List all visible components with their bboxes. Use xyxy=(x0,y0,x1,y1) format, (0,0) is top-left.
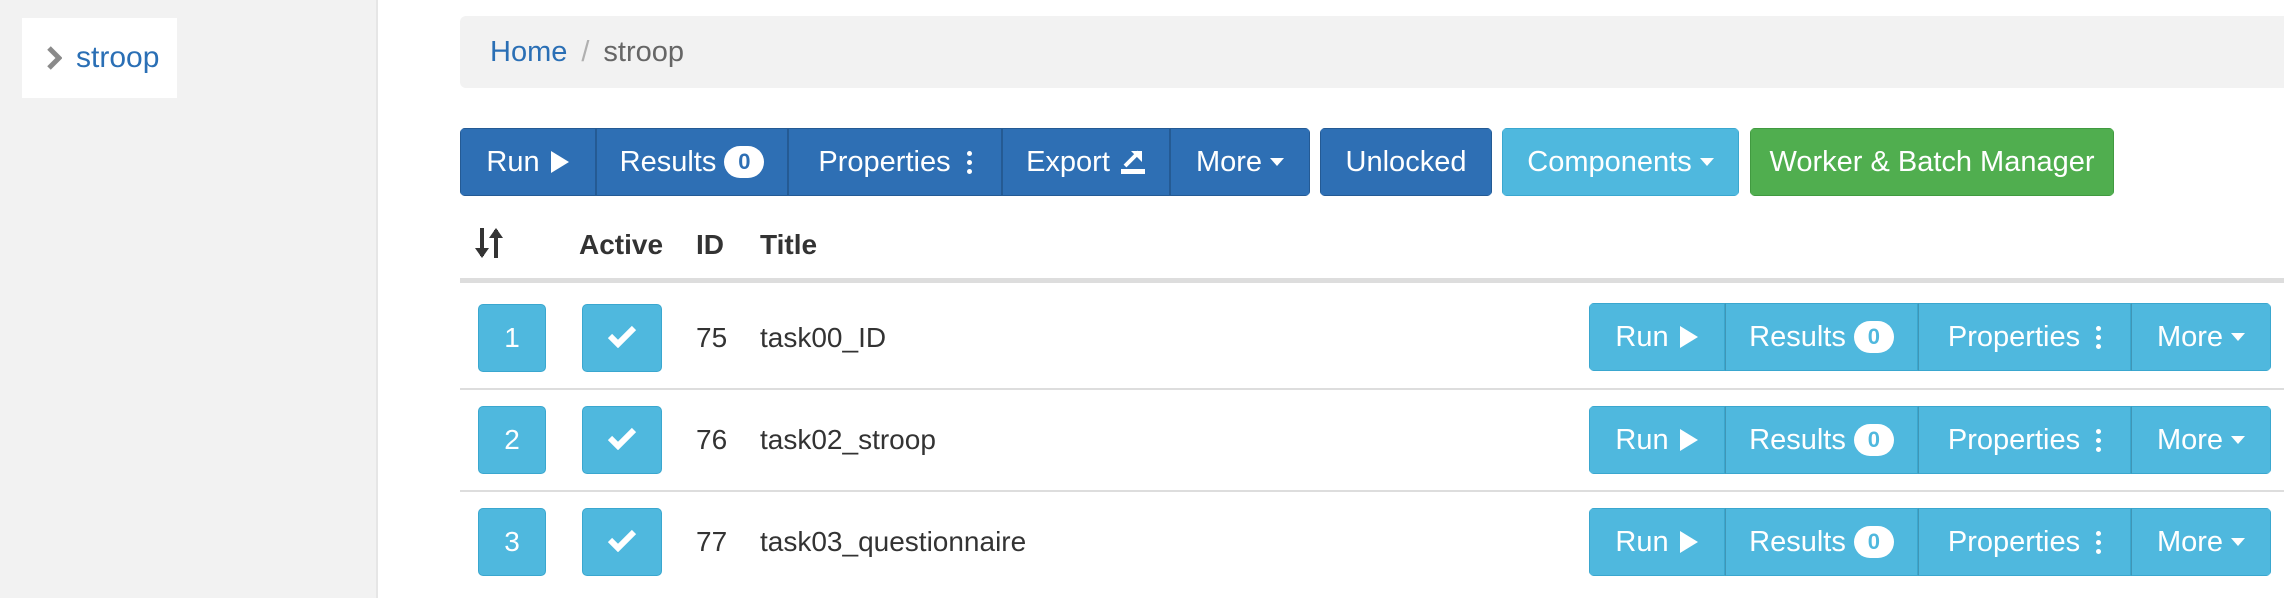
sidebar-item-stroop[interactable]: stroop xyxy=(22,18,177,98)
more-label: More xyxy=(1195,145,1263,178)
sidebar: stroop xyxy=(0,0,378,598)
results-label: Results xyxy=(1749,320,1846,353)
check-icon xyxy=(607,324,637,353)
caret-down-icon xyxy=(2231,436,2246,444)
results-count-badge: 0 xyxy=(1853,526,1894,558)
caret-down-icon xyxy=(1270,158,1285,166)
worker-batch-manager-button[interactable]: Worker & Batch Manager xyxy=(1750,128,2114,196)
row-more-dropdown-button[interactable]: More xyxy=(2131,406,2271,474)
unlocked-label: Unlocked xyxy=(1345,145,1467,178)
caret-down-icon xyxy=(1699,158,1714,166)
row-position-button[interactable]: 1 xyxy=(478,304,546,372)
breadcrumb-current: stroop xyxy=(603,35,685,68)
play-icon xyxy=(1679,326,1699,348)
row-properties-button[interactable]: Properties xyxy=(1918,303,2131,371)
check-icon xyxy=(607,528,637,557)
results-label: Results xyxy=(619,145,717,178)
components-dropdown-button[interactable]: Components xyxy=(1502,128,1739,196)
breadcrumb-separator: / xyxy=(581,35,590,68)
row-results-button[interactable]: Results 0 xyxy=(1725,508,1918,576)
row-more-dropdown-button[interactable]: More xyxy=(2131,508,2271,576)
results-label: Results xyxy=(1749,525,1846,558)
results-count-badge: 0 xyxy=(1853,321,1894,353)
components-group: Components xyxy=(1502,128,1739,196)
breadcrumb: Home / stroop xyxy=(460,16,2284,88)
export-label: Export xyxy=(1026,145,1110,178)
unlocked-group: Unlocked xyxy=(1320,128,1492,196)
properties-label: Properties xyxy=(1947,423,2081,456)
row-properties-button[interactable]: Properties xyxy=(1918,406,2131,474)
row-actions: Run Results 0 Properties More xyxy=(1589,303,2271,371)
row-position-button[interactable]: 3 xyxy=(478,508,546,576)
row-id: 76 xyxy=(696,424,728,455)
run-button[interactable]: Run xyxy=(460,128,596,196)
breadcrumb-home-link[interactable]: Home xyxy=(490,36,567,69)
unlocked-button[interactable]: Unlocked xyxy=(1320,128,1492,196)
row-divider xyxy=(460,490,2284,492)
caret-down-icon xyxy=(2231,333,2246,341)
results-count-badge: 0 xyxy=(1853,424,1894,456)
column-header-active: Active xyxy=(579,229,664,260)
check-icon xyxy=(607,426,637,455)
run-label: Run xyxy=(1615,525,1669,558)
play-icon xyxy=(1679,531,1699,553)
chevron-right-icon xyxy=(46,46,62,70)
export-icon xyxy=(1120,149,1146,175)
row-results-button[interactable]: Results 0 xyxy=(1725,303,1918,371)
column-header-title: Title xyxy=(760,229,818,260)
row-id: 77 xyxy=(696,526,728,557)
column-header-id: ID xyxy=(696,229,724,260)
active-toggle[interactable] xyxy=(582,508,662,576)
worker-batch-label: Worker & Batch Manager xyxy=(1769,145,2095,178)
properties-label: Properties xyxy=(1947,525,2081,558)
properties-button[interactable]: Properties xyxy=(788,128,1002,196)
kebab-icon xyxy=(966,150,972,174)
row-run-button[interactable]: Run xyxy=(1589,303,1725,371)
results-label: Results xyxy=(1749,423,1846,456)
row-run-button[interactable]: Run xyxy=(1589,406,1725,474)
properties-label: Properties xyxy=(1947,320,2081,353)
row-divider xyxy=(460,388,2284,390)
row-id: 75 xyxy=(696,322,728,353)
results-count-badge: 0 xyxy=(724,146,765,178)
play-icon xyxy=(1679,429,1699,451)
components-label: Components xyxy=(1527,145,1692,178)
study-toolbar: Run Results 0 Properties Export More xyxy=(460,128,1310,196)
worker-batch-group: Worker & Batch Manager xyxy=(1750,128,2114,196)
row-results-button[interactable]: Results 0 xyxy=(1725,406,1918,474)
sort-icon[interactable] xyxy=(474,226,506,267)
active-toggle[interactable] xyxy=(582,406,662,474)
more-label: More xyxy=(2156,423,2224,456)
table-header-divider xyxy=(460,278,2284,283)
run-label: Run xyxy=(486,145,540,178)
row-properties-button[interactable]: Properties xyxy=(1918,508,2131,576)
row-title: task02_stroop xyxy=(760,424,936,455)
more-label: More xyxy=(2156,320,2224,353)
export-button[interactable]: Export xyxy=(1002,128,1170,196)
caret-down-icon xyxy=(2231,538,2246,546)
row-actions: Run Results 0 Properties More xyxy=(1589,508,2271,576)
run-label: Run xyxy=(1615,320,1669,353)
sidebar-item-label: stroop xyxy=(76,41,160,74)
kebab-icon xyxy=(2096,428,2102,452)
row-actions: Run Results 0 Properties More xyxy=(1589,406,2271,474)
row-more-dropdown-button[interactable]: More xyxy=(2131,303,2271,371)
results-button[interactable]: Results 0 xyxy=(596,128,788,196)
kebab-icon xyxy=(2096,530,2102,554)
properties-label: Properties xyxy=(818,145,951,178)
active-toggle[interactable] xyxy=(582,304,662,372)
kebab-icon xyxy=(2096,325,2102,349)
row-position-button[interactable]: 2 xyxy=(478,406,546,474)
row-title: task00_ID xyxy=(760,322,887,353)
play-icon xyxy=(550,151,570,173)
more-dropdown-button[interactable]: More xyxy=(1170,128,1310,196)
row-run-button[interactable]: Run xyxy=(1589,508,1725,576)
more-label: More xyxy=(2156,525,2224,558)
row-title: task03_questionnaire xyxy=(760,526,1027,557)
run-label: Run xyxy=(1615,423,1669,456)
